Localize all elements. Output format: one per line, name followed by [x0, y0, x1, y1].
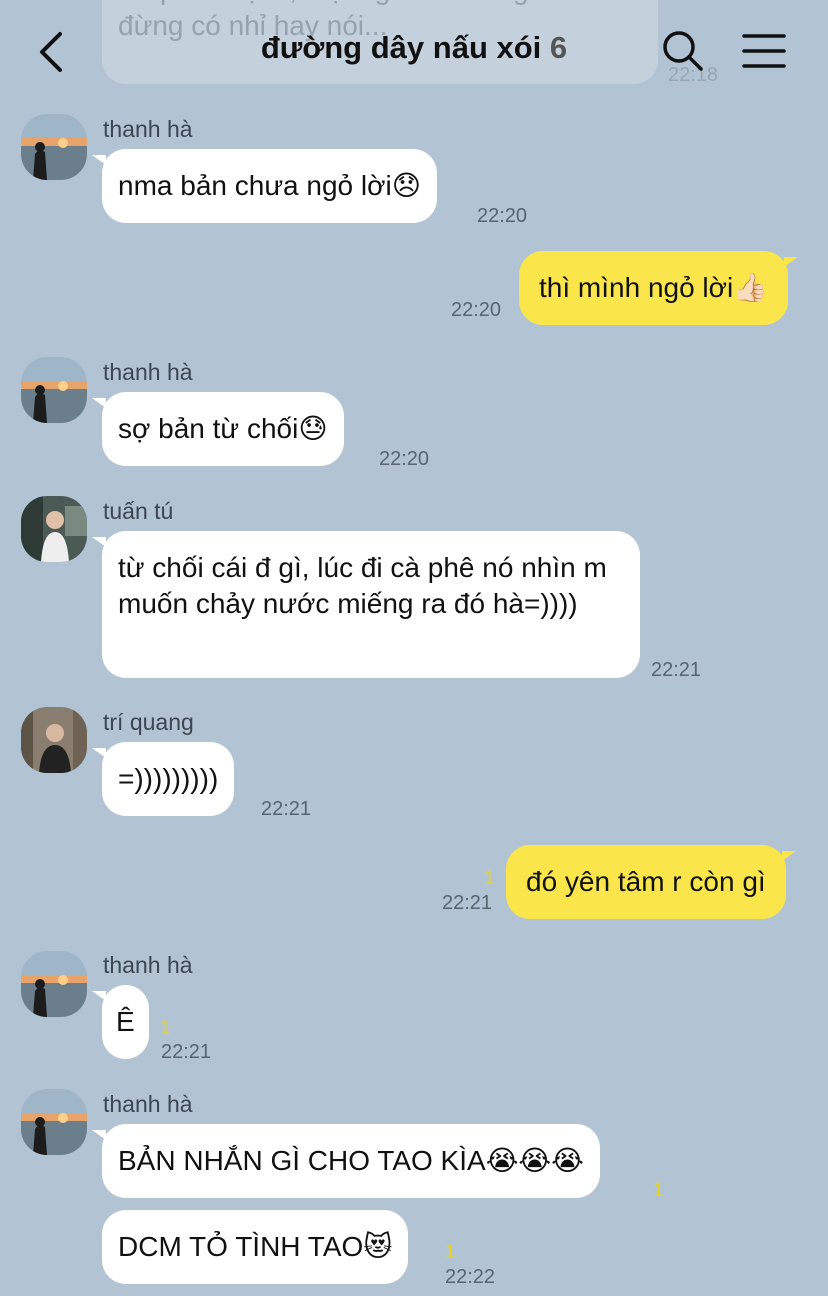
search-icon: [663, 31, 703, 71]
sender-name: thanh hà: [103, 952, 193, 978]
message-bubble[interactable]: Ê: [92, 985, 149, 1059]
sunset-avatar-icon: [21, 114, 87, 180]
message-time: 22:22: [445, 1266, 496, 1288]
avatar-thanh-ha[interactable]: [21, 357, 87, 423]
message-bubble[interactable]: sợ bản từ chối😓: [92, 392, 344, 466]
message-time: 22:21: [161, 1041, 212, 1063]
my-message-bubble[interactable]: thì mình ngỏ lời👍🏻: [519, 251, 799, 325]
message-text: Ê: [116, 1006, 135, 1037]
avatar-thanh-ha[interactable]: [21, 114, 87, 180]
message-text: sợ bản từ chối: [118, 413, 299, 444]
message-text: BẢN NHẮN GÌ CHO TAO KÌA: [118, 1145, 486, 1176]
disappointed-emoji: 😞: [391, 169, 421, 202]
message-text: nma bản chưa ngỏ lời: [118, 170, 392, 201]
avatar-thanh-ha[interactable]: [21, 951, 87, 1017]
sender-name: tuấn tú: [103, 498, 174, 524]
member-count: 6: [549, 30, 568, 65]
unread-count: 1: [445, 1242, 456, 1263]
message-text: =))))))))): [118, 763, 219, 794]
sunset-avatar-icon: [21, 1089, 87, 1155]
message-time: 22:21: [261, 798, 312, 820]
message-bubble[interactable]: BẢN NHẮN GÌ CHO TAO KÌA😭😭😭: [92, 1124, 600, 1198]
thumbs-up-emoji: 👍🏻: [733, 271, 769, 304]
person-avatar-icon: [21, 496, 87, 562]
unread-count: 1: [484, 868, 495, 889]
unread-count: 1: [160, 1018, 171, 1039]
menu-button[interactable]: [742, 32, 786, 70]
message-time: 22:21: [442, 892, 493, 914]
search-button[interactable]: [660, 28, 706, 74]
chat-header: dr quên mẹ đi, một ngta đi với ngkhác đừ…: [0, 0, 828, 104]
my-message-bubble[interactable]: đó yên tâm r còn gì: [506, 845, 796, 919]
message-time: 22:20: [379, 448, 430, 470]
message-text: thì mình ngỏ lời: [539, 272, 734, 303]
sweat-emoji: 😓: [298, 412, 328, 445]
message-bubble[interactable]: từ chối cái đ gì, lúc đi cà phê nó nhìn …: [92, 531, 640, 678]
sunset-avatar-icon: [21, 357, 87, 423]
message-bubble[interactable]: nma bản chưa ngỏ lời😞: [92, 149, 437, 223]
crying-emoji: 😭😭😭: [485, 1144, 584, 1177]
message-text: DCM TỎ TÌNH TAO: [118, 1231, 364, 1262]
avatar-tri-quang[interactable]: [21, 707, 87, 773]
chat-title-text: đường dây nấu xói: [260, 30, 542, 65]
previous-message-text: dr quên mẹ đi, một ngta đi với ngkhác: [118, 0, 642, 8]
sender-name: thanh hà: [103, 359, 193, 385]
heart-eyes-cat-emoji: 😻: [363, 1230, 393, 1263]
message-text: đó yên tâm r còn gì: [526, 866, 766, 897]
avatar-tuan-tu[interactable]: [21, 496, 87, 562]
message-bubble[interactable]: =))))))))): [92, 742, 235, 816]
message-time: 22:20: [477, 205, 528, 227]
hamburger-menu-icon: [742, 34, 786, 68]
avatar-thanh-ha[interactable]: [21, 1089, 87, 1155]
message-time: 22:21: [651, 659, 702, 681]
sunset-avatar-icon: [21, 951, 87, 1017]
person-avatar-icon: [21, 707, 87, 773]
message-text: từ chối cái đ gì, lúc đi cà phê nó nhìn …: [118, 552, 607, 619]
message-bubble[interactable]: DCM TỎ TÌNH TAO😻: [102, 1210, 409, 1284]
sender-name: thanh hà: [103, 116, 193, 142]
unread-count: 1: [653, 1180, 664, 1201]
sender-name: thanh hà: [103, 1091, 193, 1117]
message-time: 22:20: [451, 299, 502, 321]
sender-name: trí quang: [103, 709, 194, 735]
